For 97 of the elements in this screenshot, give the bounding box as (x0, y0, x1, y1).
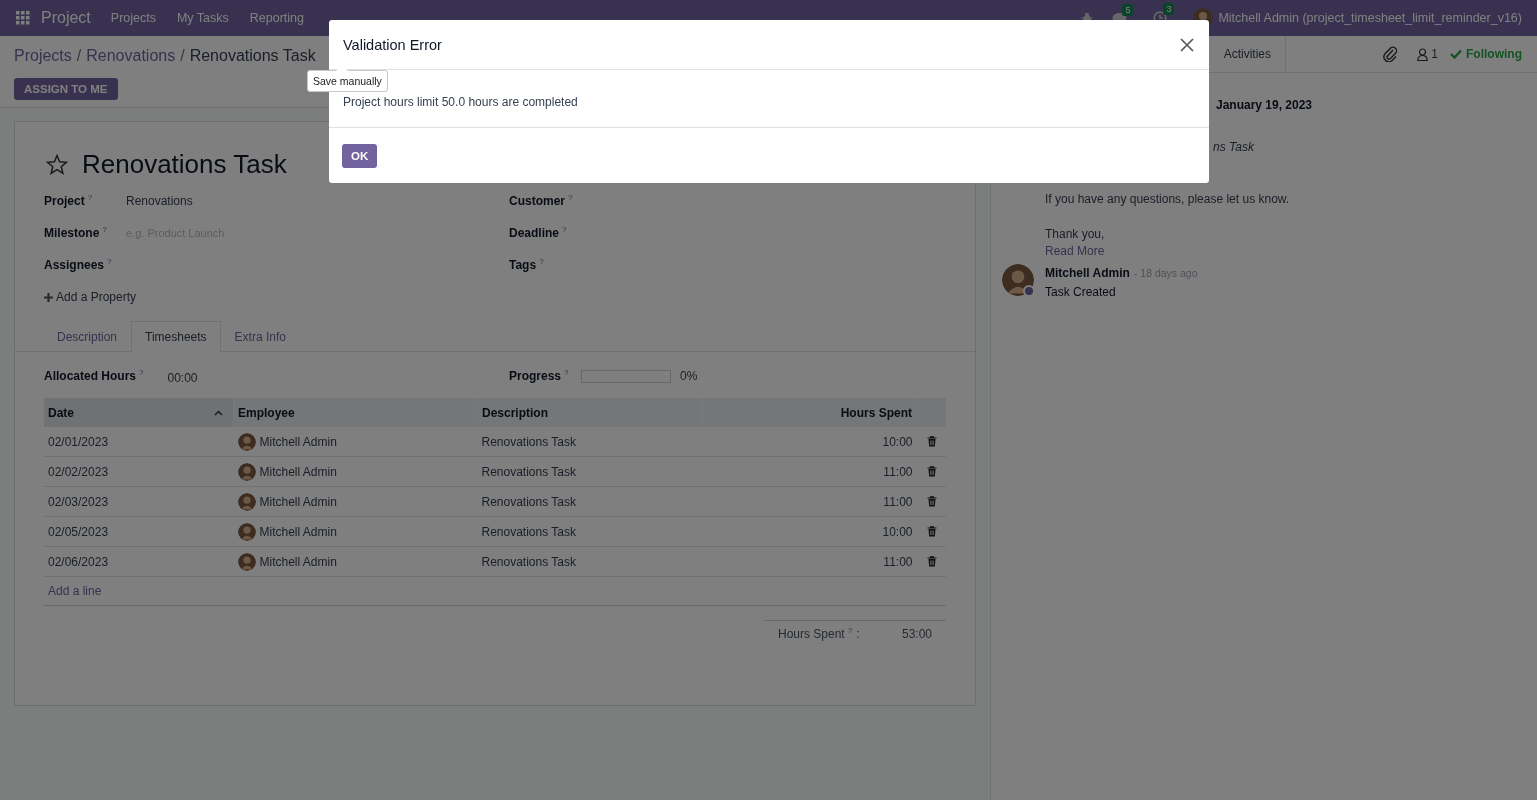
table-cell: Renovations Task (477, 546, 703, 577)
star-icon[interactable] (46, 154, 68, 175)
table-cell: 02/05/2023 (44, 516, 234, 547)
field-label: Project (44, 194, 85, 208)
total-label: Hours Spent (778, 627, 845, 641)
breadcrumb-separator: / (180, 47, 185, 65)
author-name[interactable]: Mitchell Admin (1045, 266, 1130, 280)
app-name[interactable]: Project (41, 9, 91, 27)
dialog-title: Validation Error (343, 36, 442, 53)
table-cell: 10:00 (702, 427, 918, 457)
field-value[interactable]: 00:00 (167, 371, 198, 385)
help-mark[interactable]: ? (539, 258, 544, 266)
help-mark[interactable]: ? (139, 369, 144, 377)
message-text: Task Created (1045, 285, 1117, 299)
employee-avatar (237, 462, 256, 481)
activities-button[interactable]: Activities (1223, 47, 1271, 61)
table-cell: 02/06/2023 (44, 546, 234, 577)
field-label: Allocated Hours (44, 369, 136, 383)
ok-button[interactable]: OK (342, 143, 378, 168)
message-text: If you have any questions, please let us know. (1045, 191, 1291, 208)
table-cell: Renovations Task (477, 456, 703, 487)
column-header[interactable]: Hours Spent (702, 398, 918, 427)
table-cell: 02/03/2023 (44, 486, 234, 517)
count-badge: 5 (1122, 3, 1134, 16)
read-more-link[interactable]: Read More (1045, 243, 1537, 260)
field-label: Milestone (44, 226, 100, 240)
employee-avatar (237, 522, 256, 541)
table-cell: 11:00 (702, 456, 918, 487)
table-cell: 11:00 (702, 486, 918, 517)
table-cell: Renovations Task (477, 516, 703, 547)
count-badge: 3 (1163, 3, 1175, 15)
field-label: Customer (509, 194, 565, 208)
menu-item[interactable]: Projects (110, 11, 156, 25)
plus-icon (44, 292, 53, 302)
tab[interactable]: Extra Info (220, 321, 300, 351)
field-label: Deadline (509, 226, 559, 240)
column-header[interactable]: Employee (233, 398, 478, 427)
close-icon[interactable] (1180, 37, 1194, 52)
date-separator: January 19, 2023 (1214, 98, 1314, 112)
apps-menu-icon[interactable] (16, 11, 30, 25)
message-text: ns Task (1213, 140, 1255, 154)
employee-name[interactable]: Mitchell Admin (259, 524, 337, 539)
column-header[interactable]: Date (44, 398, 234, 427)
table-cell: 02/02/2023 (44, 456, 234, 487)
breadcrumb-separator: / (76, 47, 82, 65)
help-mark[interactable]: ? (107, 258, 112, 266)
table-cell: 10:00 (702, 516, 918, 547)
tab[interactable]: Timesheets (131, 321, 221, 352)
table-cell: 11:00 (702, 546, 918, 577)
help-mark[interactable]: ? (847, 627, 853, 635)
breadcrumb-item: Renovations Task (189, 47, 316, 65)
help-mark[interactable]: ? (102, 226, 107, 234)
trash-icon[interactable] (926, 496, 937, 507)
table-cell: 02/01/2023 (44, 427, 234, 457)
assign-to-me-button[interactable]: ASSIGN TO ME (14, 78, 118, 100)
person-icon (1417, 47, 1429, 61)
menu-item[interactable]: My Tasks (176, 11, 229, 25)
employee-name[interactable]: Mitchell Admin (259, 554, 337, 569)
employee-avatar (237, 432, 256, 451)
menu-item[interactable]: Reporting (249, 11, 305, 25)
field-label: Progress (509, 369, 562, 383)
message-text: Thank you, (1045, 226, 1106, 243)
help-mark[interactable]: ? (564, 369, 569, 377)
table-cell: Renovations Task (477, 486, 703, 517)
task-title: Renovations Task (82, 149, 287, 180)
user-name[interactable]: Mitchell Admin (project_timesheet_limit_reminder_v16) (1218, 11, 1522, 25)
trash-icon[interactable] (926, 436, 937, 447)
trash-icon[interactable] (926, 526, 937, 537)
paperclip-icon[interactable] (1383, 46, 1398, 62)
total-colon: : (856, 627, 860, 641)
progress-reading: 0% (680, 369, 698, 383)
field-label: Tags (509, 258, 537, 272)
tab[interactable]: Description (43, 321, 132, 351)
total-value: 53:00 (901, 627, 932, 641)
employee-avatar (237, 492, 256, 511)
add-property-button[interactable]: Add a Property (44, 289, 946, 305)
column-header[interactable]: Description (477, 398, 703, 427)
help-mark[interactable]: ? (562, 226, 567, 234)
trash-icon[interactable] (926, 556, 937, 567)
author-avatar (1002, 264, 1034, 296)
field-value[interactable]: Renovations (126, 194, 193, 208)
add-line-link[interactable]: Add a line (48, 584, 102, 598)
followers-button[interactable]: 1 (1417, 47, 1438, 61)
employee-name[interactable]: Mitchell Admin (259, 494, 337, 509)
employee-name[interactable]: Mitchell Admin (259, 434, 337, 449)
caret-up-icon (214, 410, 223, 416)
check-icon (1450, 49, 1462, 59)
breadcrumb-item[interactable]: Renovations (86, 47, 176, 65)
breadcrumb-item[interactable]: Projects (14, 47, 72, 65)
employee-avatar (237, 552, 256, 571)
following-button[interactable]: Following (1450, 47, 1522, 61)
help-mark[interactable]: ? (87, 194, 93, 202)
field-label: Assignees (44, 258, 105, 272)
help-mark[interactable]: ? (568, 194, 573, 202)
table-cell: Renovations Task (477, 427, 703, 457)
trash-icon[interactable] (926, 466, 937, 477)
employee-name[interactable]: Mitchell Admin (259, 464, 337, 479)
